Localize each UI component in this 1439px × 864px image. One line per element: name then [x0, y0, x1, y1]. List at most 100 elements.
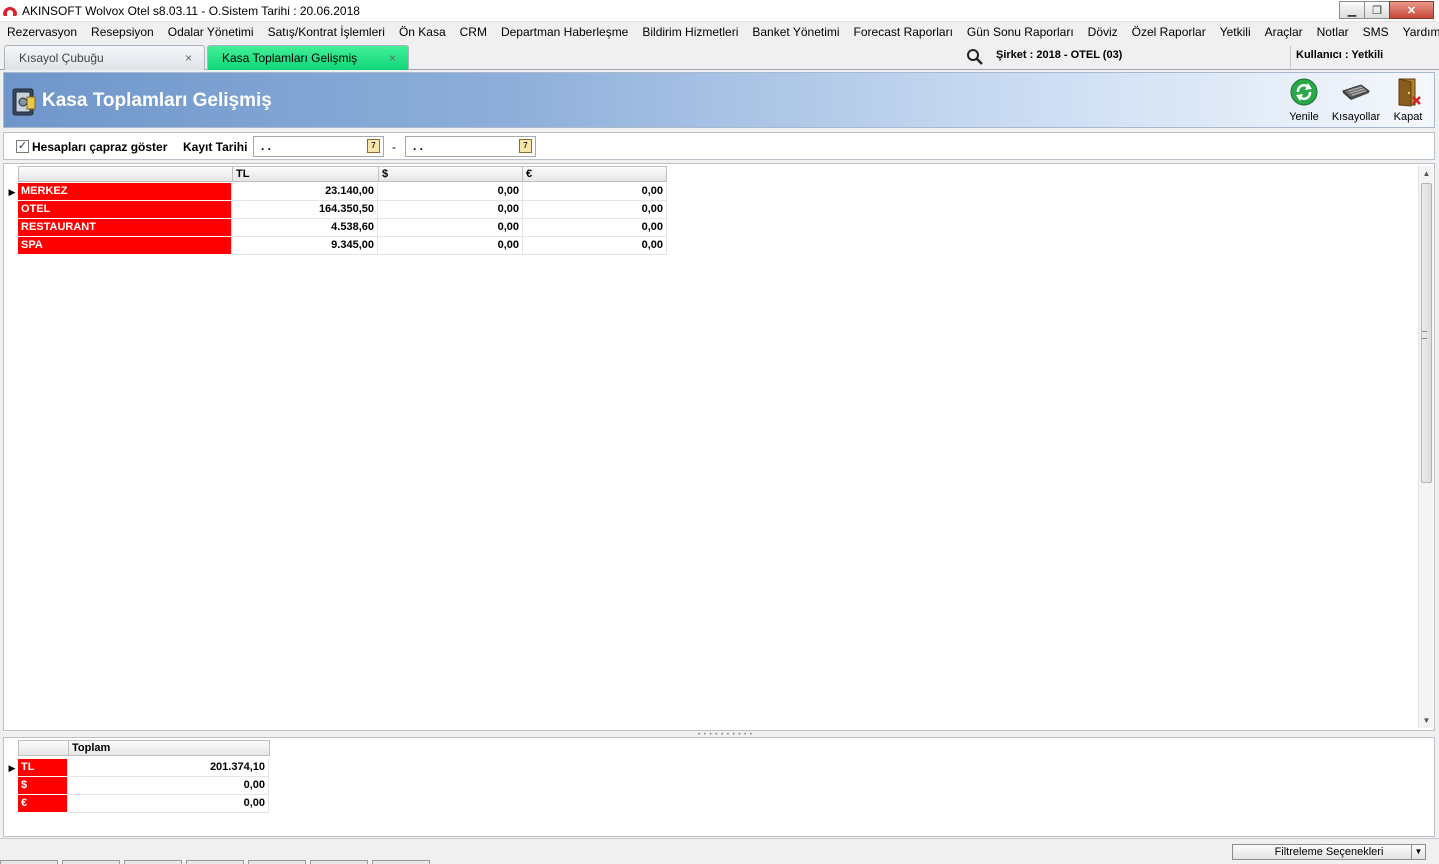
eur-cell[interactable]: 0,00 — [523, 201, 667, 219]
total-cell[interactable]: 0,00 — [68, 795, 269, 813]
task-tab[interactable] — [186, 860, 244, 864]
table-row[interactable]: € 0,00 — [6, 795, 269, 813]
close-window-button[interactable]: ✕ — [1389, 1, 1434, 19]
close-page-button[interactable]: Kapat — [1383, 77, 1433, 127]
task-tab[interactable] — [372, 860, 430, 864]
row-name-cell[interactable]: SPA — [18, 237, 232, 255]
date-from-value: . . — [261, 139, 272, 153]
task-tab[interactable] — [248, 860, 306, 864]
total-cell[interactable]: 201.374,10 — [68, 759, 269, 777]
table-row[interactable]: OTEL 164.350,50 0,00 0,00 — [6, 201, 668, 219]
currency-cell[interactable]: TL — [18, 759, 68, 777]
menu-odalar-yonetimi[interactable]: Odalar Yönetimi — [168, 25, 254, 39]
menu-yardim[interactable]: Yardım — [1403, 25, 1439, 39]
keyboard-icon — [1342, 84, 1371, 100]
divider — [1290, 46, 1291, 68]
task-tab[interactable] — [124, 860, 182, 864]
table-row[interactable]: ▶ MERKEZ 23.140,00 0,00 0,00 — [6, 183, 668, 201]
refresh-label: Yenile — [1289, 111, 1319, 123]
column-header-usd[interactable]: $ — [378, 166, 523, 182]
column-header-total[interactable]: Toplam — [68, 740, 270, 756]
date-from-input[interactable]: . . 7 — [253, 136, 384, 157]
window-controls: ▁ ❐ ✕ — [1339, 1, 1434, 19]
menu-ozel-raporlar[interactable]: Özel Raporlar — [1132, 25, 1206, 39]
tl-cell[interactable]: 4.538,60 — [232, 219, 378, 237]
refresh-button[interactable]: Yenile — [1279, 77, 1329, 127]
tab-kasa-toplamlari[interactable]: Kasa Toplamları Gelişmiş × — [207, 45, 409, 70]
refresh-icon — [1290, 78, 1318, 106]
tab-kisayol-cubugu[interactable]: Kısayol Çubuğu × — [4, 45, 205, 70]
menu-doviz[interactable]: Döviz — [1088, 25, 1118, 39]
menu-sms[interactable]: SMS — [1363, 25, 1389, 39]
cross-accounts-checkbox[interactable]: ✓ — [16, 140, 29, 153]
menu-on-kasa[interactable]: Ön Kasa — [399, 25, 446, 39]
total-cell[interactable]: 0,00 — [68, 777, 269, 795]
totals-grid: Toplam ▶ TL 201.374,10 $ 0,00 € 0,00 — [3, 737, 1435, 837]
tab-label: Kısayol Çubuğu — [19, 51, 104, 65]
shortcuts-button[interactable]: Kısayollar — [1331, 77, 1381, 127]
tab-close-icon[interactable]: × — [185, 51, 192, 65]
calendar-icon[interactable]: 7 — [367, 139, 380, 153]
task-tab[interactable] — [310, 860, 368, 864]
column-header-eur[interactable]: € — [522, 166, 667, 182]
scroll-up-icon[interactable]: ▲ — [1419, 166, 1434, 181]
task-tab[interactable] — [62, 860, 120, 864]
maximize-button[interactable]: ❐ — [1364, 1, 1390, 19]
usd-cell[interactable]: 0,00 — [378, 237, 523, 255]
menu-forecast-raporlari[interactable]: Forecast Raporları — [854, 25, 953, 39]
bottom-task-tabs — [0, 860, 440, 864]
chevron-down-icon[interactable]: ▼ — [1411, 845, 1425, 859]
table-row[interactable]: ▶ TL 201.374,10 — [6, 759, 269, 777]
company-info: Şirket : 2018 - OTEL (03) — [996, 49, 1123, 61]
menu-araclar[interactable]: Araçlar — [1265, 25, 1303, 39]
eur-cell[interactable]: 0,00 — [523, 183, 667, 201]
currency-cell[interactable]: € — [18, 795, 68, 813]
column-header-currency[interactable] — [18, 740, 69, 756]
page-header: Kasa Toplamları Gelişmiş Yenile Kısayoll… — [3, 72, 1435, 128]
eur-cell[interactable]: 0,00 — [523, 237, 667, 255]
menu-rezervasyon[interactable]: Rezervasyon — [7, 25, 77, 39]
tl-cell[interactable]: 9.345,00 — [232, 237, 378, 255]
table-row[interactable]: SPA 9.345,00 0,00 0,00 — [6, 237, 668, 255]
table-row[interactable]: $ 0,00 — [6, 777, 269, 795]
menu-resepsiyon[interactable]: Resepsiyon — [91, 25, 154, 39]
usd-cell[interactable]: 0,00 — [378, 183, 523, 201]
scrollbar-grip — [1422, 331, 1427, 339]
cash-totals-grid: TL $ € ▶ MERKEZ 23.140,00 0,00 0,00 OTEL… — [3, 163, 1435, 731]
filter-options-label: Filtreleme Seçenekleri — [1274, 846, 1384, 858]
tab-close-icon[interactable]: × — [389, 51, 396, 65]
exit-door-icon — [1398, 78, 1421, 107]
row-name-cell[interactable]: OTEL — [18, 201, 232, 219]
menu-bar: Rezervasyon Resepsiyon Odalar Yönetimi S… — [0, 22, 1439, 42]
user-info: Kullanıcı : Yetkili — [1296, 49, 1384, 61]
menu-notlar[interactable]: Notlar — [1317, 25, 1349, 39]
row-name-cell[interactable]: MERKEZ — [18, 183, 232, 201]
eur-cell[interactable]: 0,00 — [523, 219, 667, 237]
table-row[interactable]: RESTAURANT 4.538,60 0,00 0,00 — [6, 219, 668, 237]
menu-bildirim-hizmetleri[interactable]: Bildirim Hizmetleri — [642, 25, 738, 39]
currency-cell[interactable]: $ — [18, 777, 68, 795]
column-header-name[interactable] — [18, 166, 233, 182]
menu-banket-yonetimi[interactable]: Banket Yönetimi — [752, 25, 839, 39]
menu-yetkili[interactable]: Yetkili — [1220, 25, 1251, 39]
usd-cell[interactable]: 0,00 — [378, 219, 523, 237]
menu-departman-haberlesme[interactable]: Departman Haberleşme — [501, 25, 628, 39]
date-to-input[interactable]: . . 7 — [405, 136, 536, 157]
row-name-cell[interactable]: RESTAURANT — [18, 219, 232, 237]
menu-gun-sonu-raporlari[interactable]: Gün Sonu Raporları — [967, 25, 1074, 39]
scroll-down-icon[interactable]: ▼ — [1419, 713, 1434, 728]
tab-bar: Kısayol Çubuğu × Kasa Toplamları Gelişmi… — [0, 43, 1439, 70]
tl-cell[interactable]: 164.350,50 — [232, 201, 378, 219]
vertical-scrollbar[interactable]: ▲ ▼ — [1418, 166, 1433, 728]
filter-options-dropdown[interactable]: Filtreleme Seçenekleri ▼ — [1232, 844, 1426, 860]
minimize-button[interactable]: ▁ — [1339, 1, 1365, 19]
usd-cell[interactable]: 0,00 — [378, 201, 523, 219]
menu-crm[interactable]: CRM — [460, 25, 487, 39]
calendar-icon[interactable]: 7 — [519, 139, 532, 153]
search-icon[interactable] — [966, 48, 984, 66]
tl-cell[interactable]: 23.140,00 — [232, 183, 378, 201]
column-header-tl[interactable]: TL — [232, 166, 379, 182]
menu-satis-kontrat[interactable]: Satış/Kontrat İşlemleri — [268, 25, 385, 39]
task-tab[interactable] — [0, 860, 58, 864]
window-title-bar: AKINSOFT Wolvox Otel s8.03.11 - O.Sistem… — [0, 0, 1439, 22]
